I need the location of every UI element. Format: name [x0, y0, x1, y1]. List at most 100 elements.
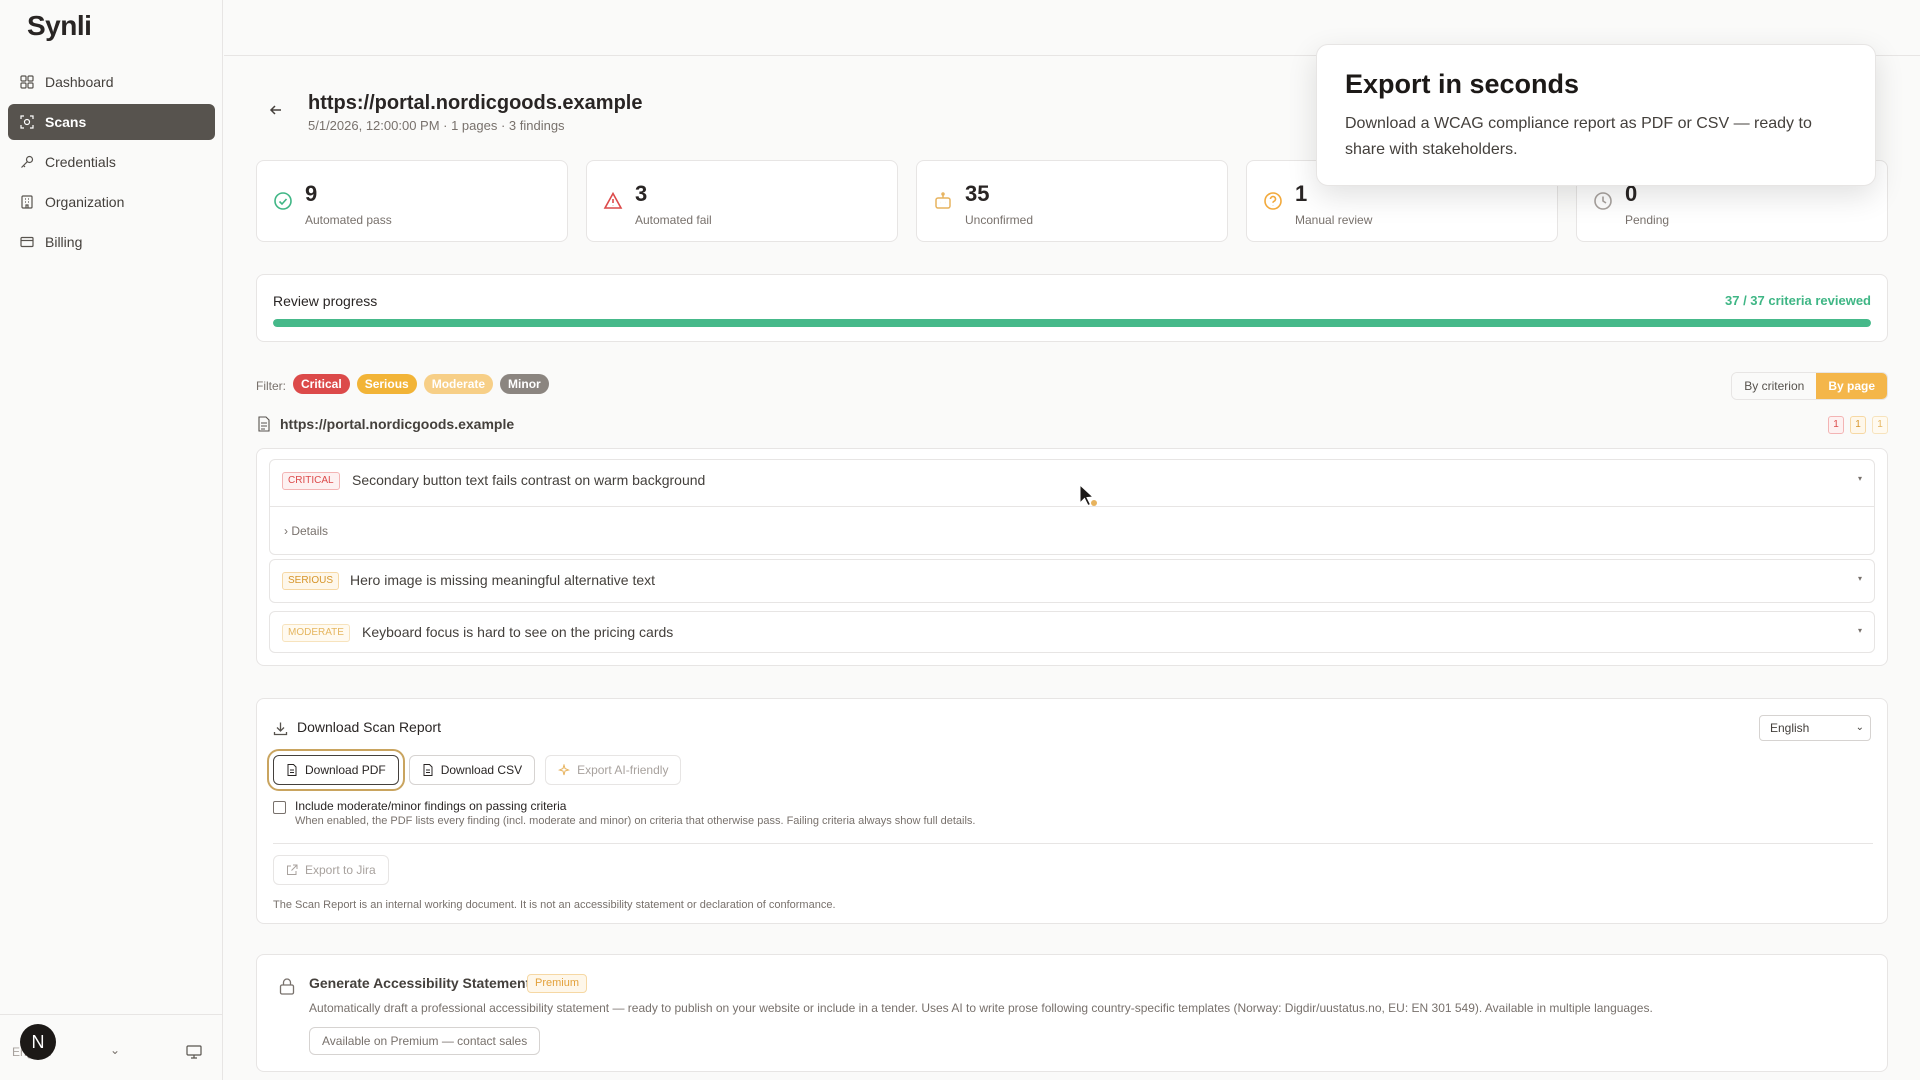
- statement-description: Automatically draft a professional acces…: [309, 1001, 1653, 1015]
- stat-value: 3: [635, 181, 648, 206]
- robot-icon: [933, 191, 953, 211]
- stat-label: Automated pass: [305, 213, 392, 227]
- stat-card-unconfirmed: 35 Unconfirmed: [916, 160, 1228, 242]
- scan-icon: [20, 115, 34, 129]
- stat-value: 9: [305, 181, 318, 206]
- finding-item[interactable]: moderate Keyboard focus is hard to see o…: [269, 611, 1875, 653]
- sidebar-item-label: Credentials: [45, 154, 116, 170]
- statement-title: Generate Accessibility Statement: [309, 975, 531, 991]
- card-icon: [20, 235, 34, 249]
- chip-moderate[interactable]: Moderate: [423, 374, 494, 394]
- download-pdf-button[interactable]: Download PDF: [267, 749, 405, 791]
- tooltip-title: Export in seconds: [1345, 69, 1580, 99]
- check-circle-icon: [273, 191, 293, 211]
- document-icon: [258, 416, 270, 432]
- export-to-jira-button[interactable]: Export to Jira: [273, 855, 389, 885]
- sidebar-item-scans[interactable]: Scans: [8, 104, 215, 140]
- details-toggle[interactable]: › Details: [284, 524, 328, 538]
- mouse-cursor-icon: [1078, 483, 1098, 508]
- caret-icon: ▾: [1857, 474, 1862, 483]
- page-group-header[interactable]: https://portal.nordicgoods.example 1 1 1: [256, 414, 1888, 436]
- lock-icon: [279, 977, 295, 995]
- onboarding-tooltip: Export in seconds Download a WCAG compli…: [1316, 44, 1876, 186]
- progress-bar: [273, 319, 1871, 327]
- download-icon: [273, 721, 288, 736]
- include-findings-checkbox[interactable]: [273, 801, 286, 814]
- contact-sales-button[interactable]: Available on Premium — contact sales: [309, 1027, 541, 1055]
- findings-list: critical Secondary button text fails con…: [256, 448, 1888, 666]
- chevron-down-icon: ⌄: [1855, 722, 1864, 733]
- chevron-down-icon: ⌄: [110, 1043, 121, 1057]
- severity-badge-critical: critical: [282, 472, 340, 490]
- filter-row: Filter: Critical Serious Moderate Minor …: [256, 372, 1888, 400]
- chip-critical[interactable]: Critical: [293, 374, 350, 394]
- review-progress-card: Review progress 37 / 37 criteria reviewe…: [256, 274, 1888, 342]
- stat-card-automated-fail: 3 Automated fail: [586, 160, 898, 242]
- monitor-icon[interactable]: [186, 1045, 202, 1059]
- key-icon: [20, 155, 34, 169]
- scan-report-card: Download Scan Report English ⌄ Download …: [256, 698, 1888, 924]
- chip-serious[interactable]: Serious: [356, 374, 417, 394]
- file-icon: [286, 764, 298, 776]
- button-label: Export to Jira: [305, 863, 376, 877]
- include-findings-label[interactable]: Include moderate/minor findings on passi…: [295, 799, 566, 813]
- chip-minor[interactable]: Minor: [500, 374, 549, 394]
- caret-icon: ▾: [1857, 574, 1862, 583]
- download-csv-button[interactable]: Download CSV: [408, 755, 536, 785]
- include-findings-help: When enabled, the PDF lists every findin…: [295, 815, 976, 827]
- button-label: Download CSV: [440, 763, 523, 777]
- details-label: Details: [291, 524, 329, 538]
- finding-title: Keyboard focus is hard to see on the pri…: [362, 624, 674, 640]
- warning-triangle-icon: [603, 191, 623, 211]
- stat-label: Unconfirmed: [965, 213, 1034, 227]
- report-title: Download Scan Report: [297, 719, 441, 735]
- severity-count-badges: 1 1 1: [1828, 416, 1888, 434]
- avatar[interactable]: N: [20, 1024, 56, 1060]
- building-icon: [20, 195, 34, 209]
- report-disclaimer: The Scan Report is an internal working d…: [273, 899, 836, 911]
- finding-title: Hero image is missing meaningful alterna…: [350, 572, 656, 588]
- progress-label: Review progress: [273, 293, 378, 309]
- scan-meta: 5/1/2026, 12:00:00 PM · 1 pages · 3 find…: [308, 118, 565, 133]
- sidebar-item-dashboard[interactable]: Dashboard: [8, 64, 215, 100]
- report-language-value: English: [1770, 721, 1810, 735]
- button-label: Export AI-friendly: [577, 763, 669, 777]
- app-logo[interactable]: Synli: [27, 10, 92, 42]
- export-ai-friendly-button[interactable]: Export AI-friendly: [545, 755, 682, 785]
- accessibility-statement-card: Generate Accessibility Statement Premium…: [256, 954, 1888, 1072]
- divider: [273, 843, 1873, 844]
- report-actions: Download PDF Download CSV Export AI-frie…: [267, 749, 682, 791]
- page-url: https://portal.nordicgoods.example: [280, 416, 515, 432]
- sidebar-item-label: Dashboard: [45, 74, 114, 90]
- stat-value: 1: [1295, 181, 1308, 206]
- tooltip-body: Download a WCAG compliance report as PDF…: [1345, 115, 1812, 158]
- report-language-select[interactable]: English ⌄: [1759, 715, 1871, 741]
- stat-value: 35: [965, 181, 990, 206]
- sidebar-item-label: Organization: [45, 194, 125, 210]
- stat-label: Automated fail: [635, 213, 712, 227]
- sidebar-item-organization[interactable]: Organization: [8, 184, 215, 220]
- severity-badge-moderate: moderate: [282, 624, 350, 642]
- sidebar-item-label: Billing: [45, 234, 83, 250]
- external-link-icon: [286, 864, 298, 876]
- critical-count-badge: 1: [1828, 416, 1844, 434]
- view-by-criterion-button[interactable]: By criterion: [1732, 373, 1817, 399]
- sidebar-item-billing[interactable]: Billing: [8, 224, 215, 260]
- back-arrow-icon[interactable]: [268, 102, 284, 118]
- stat-card-automated-pass: 9 Automated pass: [256, 160, 568, 242]
- premium-badge: Premium: [527, 974, 588, 993]
- finding-item[interactable]: serious Hero image is missing meaningful…: [269, 559, 1875, 603]
- divider: [270, 506, 1874, 507]
- sidebar-item-credentials[interactable]: Credentials: [8, 144, 215, 180]
- sidebar-nav: Dashboard Scans Credentials Organization…: [8, 64, 215, 264]
- view-toggle: By criterion By page: [1731, 372, 1888, 400]
- sidebar-item-label: Scans: [45, 114, 87, 130]
- sparkle-icon: [558, 764, 571, 776]
- page-title: https://portal.nordicgoods.example: [308, 92, 643, 114]
- stat-label: Pending: [1625, 213, 1670, 227]
- severity-chips: Critical Serious Moderate Minor: [293, 374, 549, 394]
- severity-badge-serious: serious: [282, 572, 340, 590]
- view-by-page-button[interactable]: By page: [1816, 373, 1887, 399]
- caret-icon: ▾: [1857, 626, 1862, 635]
- finding-header[interactable]: critical Secondary button text fails con…: [270, 460, 1874, 502]
